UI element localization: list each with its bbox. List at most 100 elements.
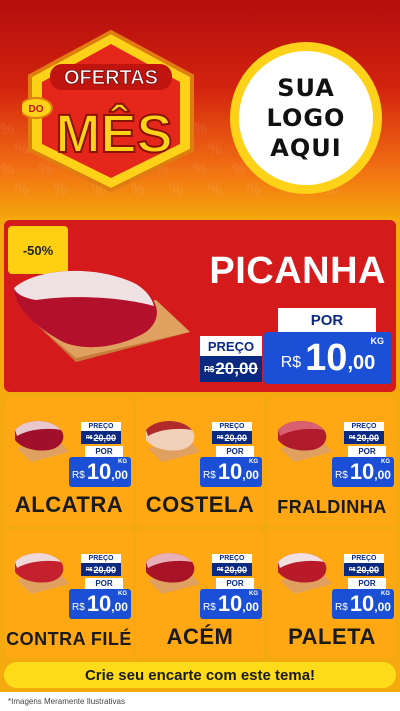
new-price-label: POR xyxy=(348,578,386,589)
old-value: 20,00 xyxy=(356,432,379,443)
old-currency: R$ xyxy=(217,434,224,441)
featured-unit: KG xyxy=(370,336,385,346)
featured-old-value: 20,00 xyxy=(215,359,258,378)
product-card: PREÇO R$ 20,00 POR KG R$ 10,00 PALETA xyxy=(268,530,396,658)
product-name: ACÉM xyxy=(166,624,234,649)
old-value: 20,00 xyxy=(224,432,247,443)
old-value: 20,00 xyxy=(224,564,247,575)
price-tag: KG R$ 10,00 xyxy=(69,589,131,619)
featured-new-price-label: POR xyxy=(278,308,376,332)
picanha-image xyxy=(14,270,190,362)
price-int: 10 xyxy=(86,459,112,484)
new-price-label: POR xyxy=(85,578,123,589)
currency: R$ xyxy=(203,469,216,481)
logo-line-1: SUA xyxy=(277,74,335,102)
unit: KG xyxy=(381,459,390,465)
logo-placeholder: SUA LOGO AQUI xyxy=(230,42,382,194)
product-image xyxy=(146,421,200,462)
disclaimer-text: *Imagens Meramente Ilustrativas xyxy=(0,692,400,711)
new-price-label: POR xyxy=(216,578,254,589)
price-int: 10 xyxy=(349,459,375,484)
product-card: PREÇO R$ 20,00 POR KG R$ 10,00 CONTRA FILÉ xyxy=(5,530,133,658)
old-price-label: PREÇO xyxy=(344,422,384,431)
old-value: 20,00 xyxy=(356,564,379,575)
product-name: COSTELA xyxy=(145,492,255,517)
badge-do-text: DO xyxy=(29,104,44,115)
old-price: R$ 20,00 xyxy=(212,563,252,576)
product-name: FRALDINHA xyxy=(277,497,387,517)
featured-currency: R$ xyxy=(280,354,302,371)
price-int: 10 xyxy=(349,591,375,616)
product-card: PREÇO R$ 20,00 POR KG R$ 10,00 ACÉM xyxy=(136,530,264,658)
logo-line-2: LOGO xyxy=(266,104,346,132)
old-value: 20,00 xyxy=(93,564,116,575)
old-currency: R$ xyxy=(349,566,356,573)
featured-old-price: R$ 20,00 xyxy=(200,356,262,382)
old-price-label: PREÇO xyxy=(212,554,252,563)
old-currency: R$ xyxy=(217,566,224,573)
new-price-label: POR xyxy=(85,446,123,457)
price-int: 10 xyxy=(217,459,243,484)
currency: R$ xyxy=(335,601,348,613)
old-price-label: PREÇO xyxy=(344,554,384,563)
price-cents: ,00 xyxy=(374,600,391,614)
price-int: 10 xyxy=(86,591,112,616)
price-tag: KG R$ 10,00 xyxy=(332,457,394,487)
currency: R$ xyxy=(72,601,85,613)
featured-old-currency: R$ xyxy=(204,364,215,374)
product-name: ALCATRA xyxy=(14,492,124,517)
old-value: 20,00 xyxy=(93,432,116,443)
header-banner: % % % % % % % % % % % % % % % % % % %% %… xyxy=(0,0,400,218)
old-price-label: PREÇO xyxy=(81,422,121,431)
ofertas-do-mes-badge: OFERTAS DO MÊS xyxy=(22,29,194,193)
old-currency: R$ xyxy=(349,434,356,441)
featured-price-cents: ,00 xyxy=(347,351,376,374)
product-card: PREÇO R$ 20,00 POR KG R$ 10,00 COSTELA xyxy=(136,398,264,526)
featured-price-int: 10 xyxy=(305,336,348,379)
unit: KG xyxy=(118,591,127,597)
currency: R$ xyxy=(335,469,348,481)
price-cents: ,00 xyxy=(242,468,259,482)
old-price: R$ 20,00 xyxy=(81,563,121,576)
old-currency: R$ xyxy=(86,566,93,573)
product-image xyxy=(15,421,69,462)
old-currency: R$ xyxy=(86,434,93,441)
unit: KG xyxy=(381,591,390,597)
featured-product-name: PICANHA xyxy=(209,250,386,292)
price-cents: ,00 xyxy=(111,600,128,614)
cta-banner[interactable]: Crie seu encarte com este tema! xyxy=(4,662,396,688)
old-price-label: PREÇO xyxy=(81,554,121,563)
old-price: R$ 20,00 xyxy=(344,563,384,576)
old-price: R$ 20,00 xyxy=(212,431,252,444)
offer-flyer: % % % % % % % % % % % % % % % % % % %% %… xyxy=(0,0,400,711)
price-tag: KG R$ 10,00 xyxy=(69,457,131,487)
unit: KG xyxy=(118,459,127,465)
price-tag: KG R$ 10,00 xyxy=(332,589,394,619)
featured-price-tag: KG R$ 10 ,00 xyxy=(264,332,392,384)
product-image xyxy=(278,421,332,462)
price-tag: KG R$ 10,00 xyxy=(200,589,262,619)
product-name: CONTRA FILÉ xyxy=(6,629,132,649)
product-card: PREÇO R$ 20,00 POR KG R$ 10,00 ALCATRA xyxy=(5,398,133,526)
price-int: 10 xyxy=(217,591,243,616)
product-card: PREÇO R$ 20,00 POR KG R$ 10,00 FRALDINHA xyxy=(268,398,396,526)
price-cents: ,00 xyxy=(111,468,128,482)
new-price-label: POR xyxy=(348,446,386,457)
price-tag: KG R$ 10,00 xyxy=(200,457,262,487)
product-image xyxy=(146,553,200,594)
currency: R$ xyxy=(72,469,85,481)
price-cents: ,00 xyxy=(242,600,259,614)
logo-line-3: AQUI xyxy=(270,134,342,162)
old-price-label: PREÇO xyxy=(212,422,252,431)
old-price: R$ 20,00 xyxy=(81,431,121,444)
old-price: R$ 20,00 xyxy=(344,431,384,444)
unit: KG xyxy=(249,459,258,465)
product-name: PALETA xyxy=(288,624,376,649)
currency: R$ xyxy=(203,601,216,613)
price-cents: ,00 xyxy=(374,468,391,482)
product-image xyxy=(278,553,332,594)
product-image xyxy=(15,553,69,594)
badge-main-text: MÊS xyxy=(55,103,172,164)
featured-old-price-label: PREÇO xyxy=(200,336,262,356)
new-price-label: POR xyxy=(216,446,254,457)
